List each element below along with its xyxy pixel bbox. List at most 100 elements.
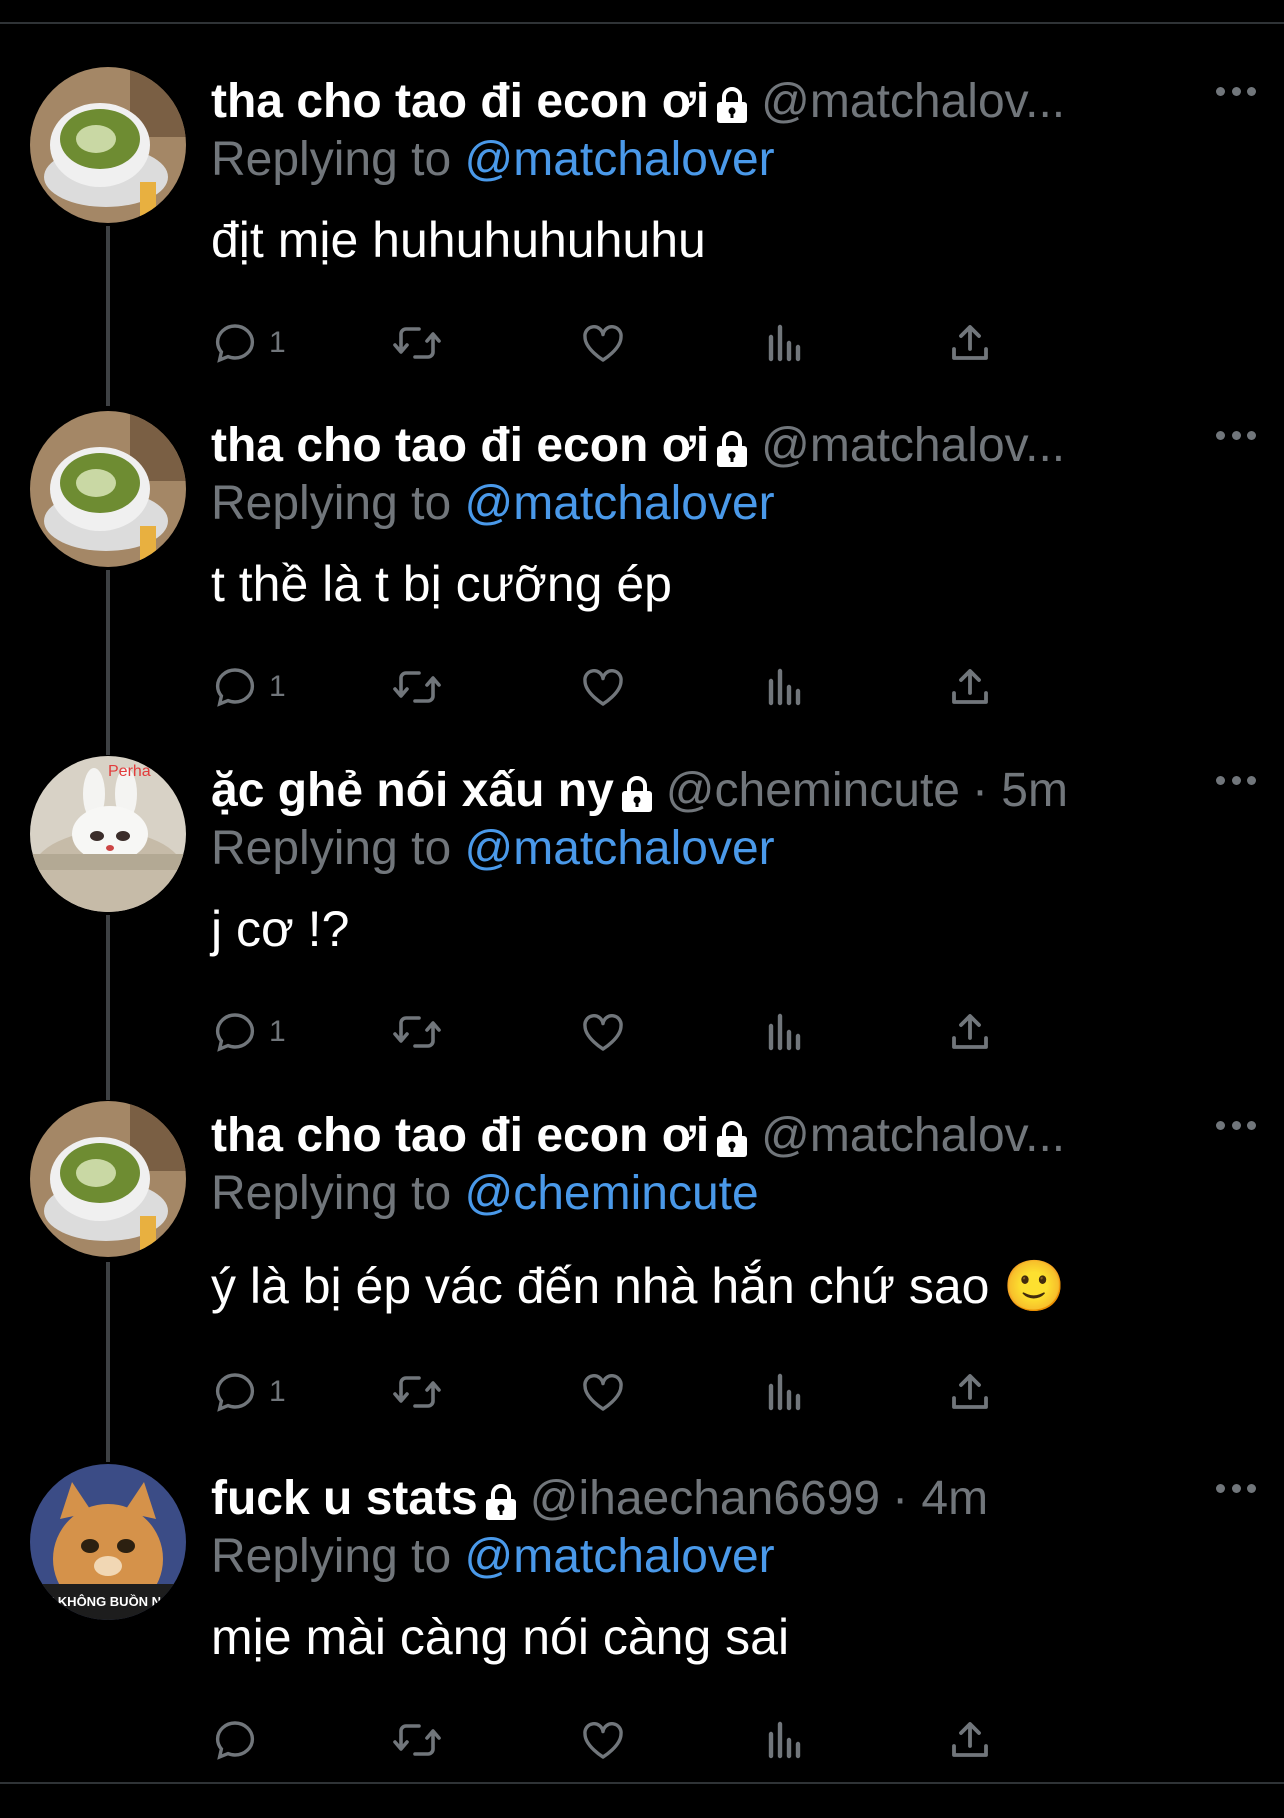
display-name[interactable]: ặc ghẻ nói xấu ny — [211, 763, 614, 818]
retweet-button[interactable] — [391, 317, 443, 369]
views-button[interactable] — [761, 1366, 809, 1418]
views-icon — [768, 668, 801, 706]
retweet-icon — [393, 1376, 441, 1408]
reply-icon — [215, 1373, 255, 1412]
more-icon[interactable] — [1216, 431, 1256, 445]
display-name[interactable]: tha cho tao đi econ ơi — [211, 74, 709, 129]
retweet-button[interactable] — [391, 1366, 443, 1418]
replying-to: Replying to @chemincute — [211, 1166, 759, 1221]
tweet-text: j cơ !? — [211, 901, 350, 957]
like-button[interactable] — [579, 661, 627, 713]
user-handle[interactable]: @chemincute — [666, 763, 960, 818]
views-icon — [768, 1013, 801, 1051]
like-button[interactable] — [579, 1366, 627, 1418]
tweet-text: địt mịe huhuhuhuhuhu — [211, 212, 706, 268]
reply-icon — [215, 1721, 255, 1760]
tweet[interactable]: Perha ặc ghẻ nói xấu ny @chemincute · 5m… — [0, 756, 1284, 1101]
avatar[interactable]: AU KHÔNG BUỒN NGỦ — [30, 1464, 186, 1620]
reply-icon — [215, 1013, 255, 1052]
action-bar: 1 — [211, 661, 1131, 713]
reply-button[interactable]: 1 — [211, 661, 286, 713]
share-button[interactable] — [946, 1366, 994, 1418]
views-button[interactable] — [761, 317, 809, 369]
reply-button[interactable]: 1 — [211, 317, 286, 369]
reply-count: 1 — [269, 1015, 286, 1048]
like-button[interactable] — [579, 317, 627, 369]
user-handle[interactable]: @matchalov... — [761, 1108, 1065, 1163]
mention-link[interactable]: @chemincute — [464, 1167, 758, 1220]
display-name[interactable]: fuck u stats — [211, 1471, 478, 1526]
avatar-caption: AU KHÔNG BUỒN NGỦ — [35, 1594, 180, 1609]
like-button[interactable] — [579, 1714, 627, 1766]
share-button[interactable] — [946, 1006, 994, 1058]
display-name[interactable]: tha cho tao đi econ ơi — [211, 418, 709, 473]
avatar[interactable] — [30, 67, 186, 223]
mention-link[interactable]: @matchalover — [464, 1530, 774, 1583]
user-handle[interactable]: @matchalov... — [761, 74, 1065, 129]
retweet-icon — [393, 1724, 441, 1756]
views-button[interactable] — [761, 1006, 809, 1058]
reply-count: 1 — [269, 1375, 286, 1408]
share-icon — [952, 669, 988, 704]
retweet-button[interactable] — [391, 1714, 443, 1766]
retweet-icon — [393, 327, 441, 359]
share-button[interactable] — [946, 661, 994, 713]
reply-button[interactable]: 1 — [211, 1366, 286, 1418]
views-button[interactable] — [761, 1714, 809, 1766]
action-bar: 1 — [211, 1366, 1131, 1418]
more-icon[interactable] — [1216, 1121, 1256, 1135]
views-icon — [768, 1373, 801, 1411]
lock-icon — [484, 1483, 518, 1521]
mention-link[interactable]: @matchalover — [464, 477, 774, 530]
share-icon — [952, 1722, 988, 1757]
timestamp[interactable]: · 5m — [972, 763, 1068, 818]
like-icon — [583, 669, 623, 706]
like-button[interactable] — [579, 1006, 627, 1058]
tweet[interactable]: tha cho tao đi econ ơi @matchalov... Rep… — [0, 67, 1284, 412]
replying-to: Replying to @matchalover — [211, 821, 775, 876]
display-name[interactable]: tha cho tao đi econ ơi — [211, 1108, 709, 1163]
more-icon[interactable] — [1216, 776, 1256, 790]
reply-count: 1 — [269, 670, 286, 703]
top-divider — [0, 22, 1284, 24]
replying-prefix: Replying to — [211, 1167, 465, 1220]
user-handle[interactable]: @matchalov... — [761, 418, 1065, 473]
reply-icon — [215, 668, 255, 707]
avatar[interactable]: Perha — [30, 756, 186, 912]
bottom-divider — [0, 1782, 1284, 1784]
like-icon — [583, 1014, 623, 1051]
lock-icon — [620, 775, 654, 813]
user-handle[interactable]: @ihaechan6699 — [530, 1471, 880, 1526]
tweet[interactable]: tha cho tao đi econ ơi @matchalov... Rep… — [0, 1101, 1284, 1461]
avatar[interactable] — [30, 1101, 186, 1257]
tweet-text: t thề là t bị cưỡng ép — [211, 556, 672, 612]
timestamp[interactable]: · 4m — [892, 1471, 988, 1526]
mention-link[interactable]: @matchalover — [464, 822, 774, 875]
views-icon — [768, 1721, 801, 1759]
share-button[interactable] — [946, 1714, 994, 1766]
share-button[interactable] — [946, 317, 994, 369]
more-icon[interactable] — [1216, 87, 1256, 101]
avatar[interactable] — [30, 411, 186, 567]
mention-link[interactable]: @matchalover — [464, 133, 774, 186]
views-icon — [768, 324, 801, 362]
views-button[interactable] — [761, 661, 809, 713]
replying-prefix: Replying to — [211, 133, 465, 186]
retweet-button[interactable] — [391, 661, 443, 713]
reply-icon — [215, 324, 255, 363]
reply-button[interactable] — [211, 1714, 269, 1766]
reply-count: 1 — [269, 326, 286, 359]
tweet[interactable]: tha cho tao đi econ ơi @matchalov... Rep… — [0, 411, 1284, 756]
tweet[interactable]: AU KHÔNG BUỒN NGỦ fuck u stats @ihaechan… — [0, 1464, 1284, 1809]
share-icon — [952, 1014, 988, 1049]
more-icon[interactable] — [1216, 1484, 1256, 1498]
lock-icon — [715, 86, 749, 124]
avatar-caption: Perha — [108, 763, 151, 780]
retweet-icon — [393, 1016, 441, 1048]
replying-to: Replying to @matchalover — [211, 1529, 775, 1584]
reply-button[interactable]: 1 — [211, 1006, 286, 1058]
retweet-button[interactable] — [391, 1006, 443, 1058]
replying-to: Replying to @matchalover — [211, 476, 775, 531]
like-icon — [583, 1722, 623, 1759]
action-bar: 1 — [211, 317, 1131, 369]
